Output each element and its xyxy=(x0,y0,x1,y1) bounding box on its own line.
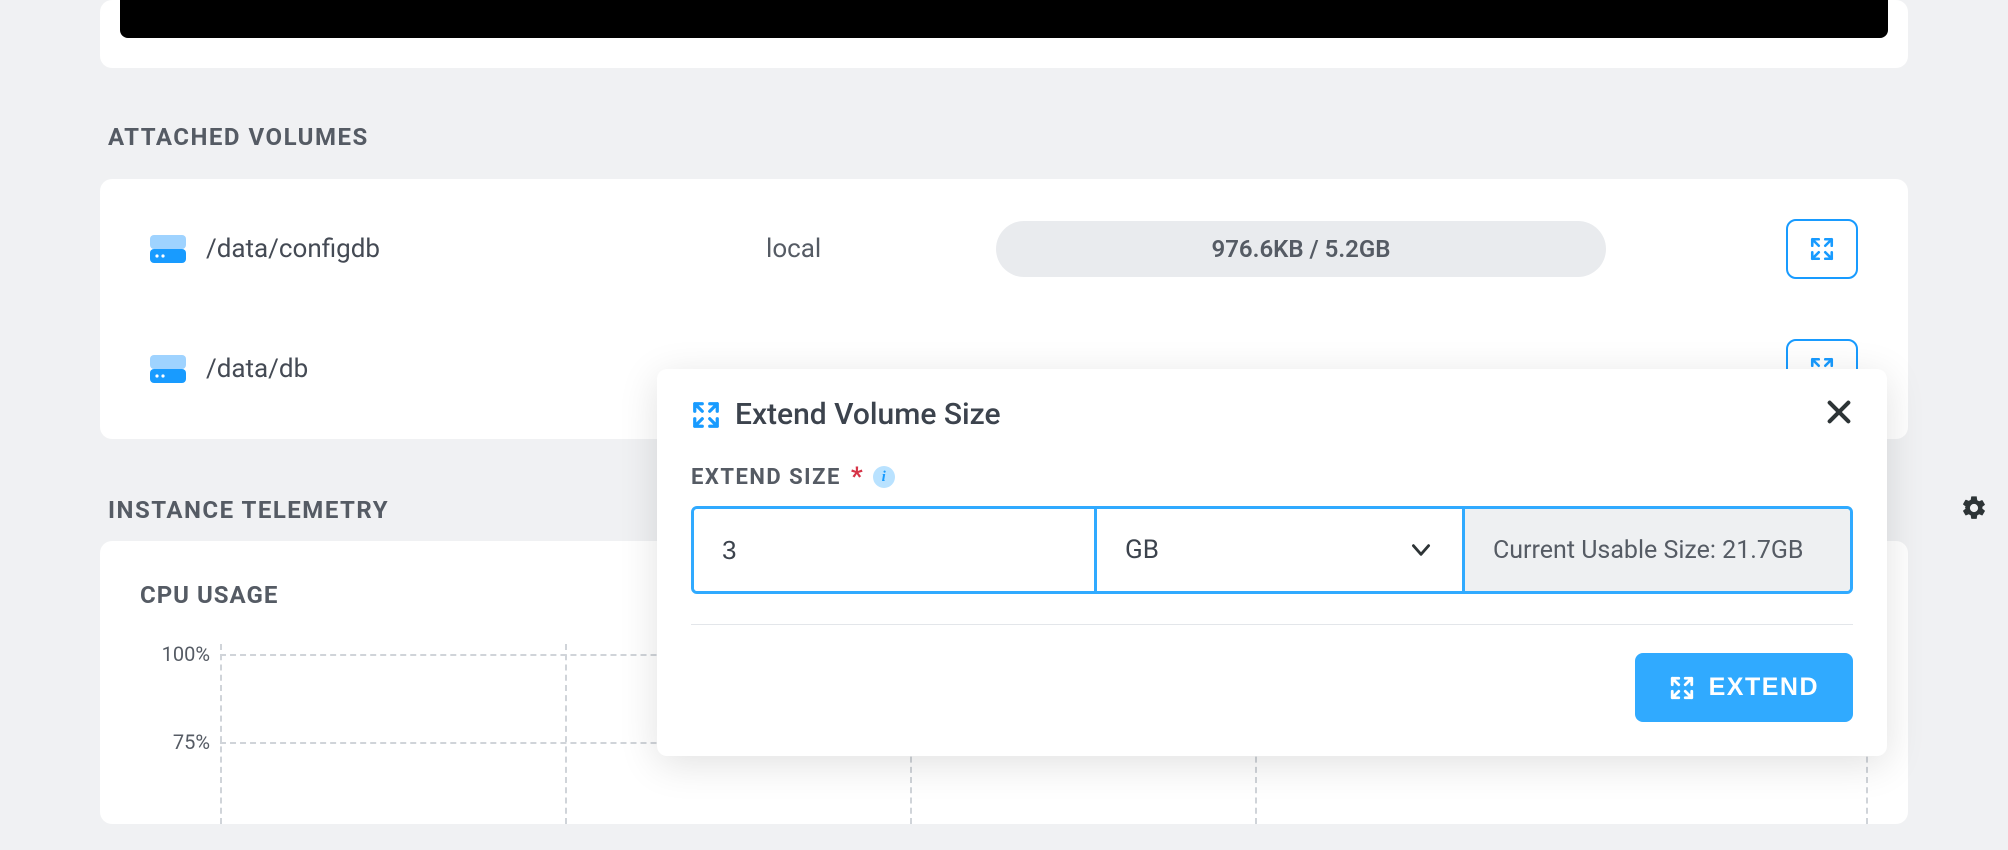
chevron-down-icon xyxy=(1408,537,1434,563)
volume-row: /data/configdb local 976.6KB / 5.2GB xyxy=(140,189,1868,309)
terminal-card xyxy=(100,0,1908,68)
close-icon xyxy=(1825,398,1853,426)
terminal-area xyxy=(120,0,1888,38)
info-icon[interactable]: i xyxy=(873,466,895,488)
expand-icon xyxy=(1809,236,1835,262)
divider xyxy=(691,624,1853,625)
expand-icon xyxy=(691,400,721,430)
extend-submit-button[interactable]: EXTEND xyxy=(1635,653,1853,722)
volume-type: local xyxy=(766,234,966,264)
volume-usage: 976.6KB / 5.2GB xyxy=(996,221,1606,277)
volume-icon xyxy=(150,235,186,263)
chart-gridline xyxy=(565,644,567,824)
close-button[interactable] xyxy=(1825,398,1853,432)
extend-size-input-group: GB Current Usable Size: 21.7GB xyxy=(691,506,1853,594)
extend-volume-button[interactable] xyxy=(1786,219,1858,279)
attached-volumes-heading: ATTACHED VOLUMES xyxy=(108,123,1908,151)
current-usable-size: Current Usable Size: 21.7GB xyxy=(1465,509,1850,591)
volume-path: /data/configdb xyxy=(206,234,766,264)
gear-icon[interactable] xyxy=(1960,494,1988,526)
extend-volume-modal: Extend Volume Size EXTEND SIZE * i GB Cu… xyxy=(657,369,1887,756)
unit-value: GB xyxy=(1125,535,1159,565)
extend-submit-label: EXTEND xyxy=(1709,673,1819,702)
y-tick-label: 75% xyxy=(140,730,210,754)
chart-gridline xyxy=(220,644,222,824)
expand-icon xyxy=(1669,675,1695,701)
required-indicator: * xyxy=(851,462,863,492)
volume-icon xyxy=(150,355,186,383)
instance-telemetry-heading: INSTANCE TELEMETRY xyxy=(108,496,389,524)
extend-size-label: EXTEND SIZE xyxy=(691,465,841,490)
modal-title: Extend Volume Size xyxy=(735,397,1001,432)
extend-size-input[interactable] xyxy=(694,509,1097,591)
y-tick-label: 100% xyxy=(140,642,210,666)
unit-select[interactable]: GB xyxy=(1097,509,1465,591)
